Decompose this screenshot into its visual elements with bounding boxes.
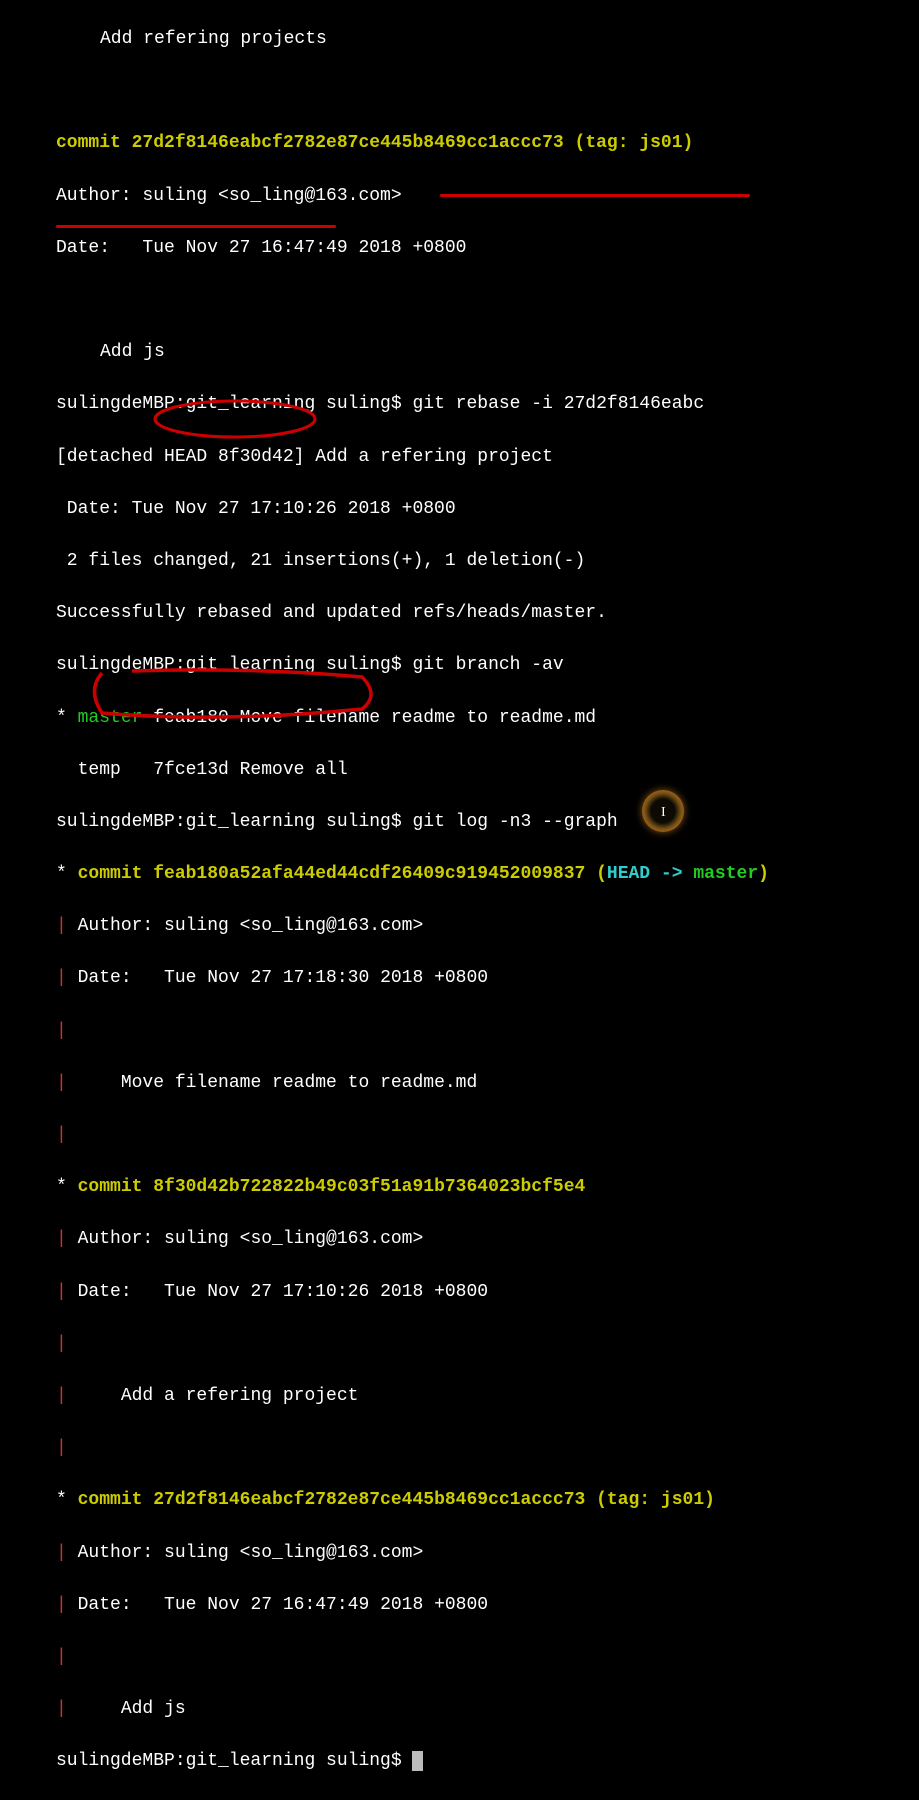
branch-ref: master xyxy=(693,864,758,884)
command-text[interactable]: git branch -av xyxy=(412,655,563,675)
graph-commit-row: * commit feab180a52afa44ed44cdf26409c919… xyxy=(56,861,863,887)
graph-date-row: | Date: Tue Nov 27 16:47:49 2018 +0800 xyxy=(56,1592,863,1618)
graph-blank-row: | xyxy=(56,1122,863,1148)
commit-word: commit xyxy=(56,133,121,153)
graph-date-row: | Date: Tue Nov 27 17:18:30 2018 +0800 xyxy=(56,965,863,991)
graph-author-row: | Author: suling <so_ling@163.com> xyxy=(56,1540,863,1566)
prompt-line-rebase: sulingdeMBP:git_learning suling$ git reb… xyxy=(56,391,863,417)
head-ref: HEAD -> xyxy=(607,864,693,884)
graph-date-row: | Date: Tue Nov 27 17:10:26 2018 +0800 xyxy=(56,1279,863,1305)
commit-header-1: commit 27d2f8146eabcf2782e87ce445b8469cc… xyxy=(56,130,863,156)
commit-message-top: Add refering projects xyxy=(56,26,863,52)
commit-message: Add js xyxy=(56,339,863,365)
blank-line xyxy=(56,78,863,104)
graph-author-row: | Author: suling <so_ling@163.com> xyxy=(56,913,863,939)
rebase-date: Date: Tue Nov 27 17:10:26 2018 +0800 xyxy=(56,496,863,522)
graph-blank-row: | xyxy=(56,1435,863,1461)
tag-decor: ( xyxy=(564,133,586,153)
graph-blank-row: | xyxy=(56,1644,863,1670)
commit-sha xyxy=(121,133,132,153)
graph-author-row: | Author: suling <so_ling@163.com> xyxy=(56,1226,863,1252)
command-text[interactable]: git rebase -i 27d2f8146eabc xyxy=(412,394,704,414)
rebase-stats: 2 files changed, 21 insertions(+), 1 del… xyxy=(56,548,863,574)
rebase-success: Successfully rebased and updated refs/he… xyxy=(56,600,863,626)
prompt-line-log: sulingdeMBP:git_learning suling$ git log… xyxy=(56,809,863,835)
text-cursor-icon: I xyxy=(661,803,666,823)
branch-row: temp 7fce13d Remove all xyxy=(56,757,863,783)
shell-prompt: sulingdeMBP:git_learning suling$ xyxy=(56,812,412,832)
graph-msg-row: | Add js xyxy=(56,1696,863,1722)
graph-commit-row: * commit 8f30d42b722822b49c03f51a91b7364… xyxy=(56,1174,863,1200)
current-branch: master xyxy=(78,708,143,728)
graph-blank-row: | xyxy=(56,1331,863,1357)
shell-prompt: sulingdeMBP:git_learning suling$ xyxy=(56,1751,412,1771)
graph-msg-row: | Move filename readme to readme.md xyxy=(56,1070,863,1096)
shell-prompt: sulingdeMBP:git_learning suling$ xyxy=(56,655,412,675)
date-line: Date: Tue Nov 27 16:47:49 2018 +0800 xyxy=(56,235,863,261)
terminal-output: Add refering projects commit 27d2f8146ea… xyxy=(0,0,919,1800)
prompt-line-branch: sulingdeMBP:git_learning suling$ git bra… xyxy=(56,652,863,678)
shell-prompt: sulingdeMBP:git_learning suling$ xyxy=(56,394,412,414)
blank-line xyxy=(56,287,863,313)
annotation-underline xyxy=(440,194,750,197)
cursor-icon xyxy=(412,1751,423,1771)
annotation-underline xyxy=(56,225,336,228)
graph-blank-row: | xyxy=(56,1018,863,1044)
graph-msg-row: | Add a refering project xyxy=(56,1383,863,1409)
graph-commit-row: * commit 27d2f8146eabcf2782e87ce445b8469… xyxy=(56,1487,863,1513)
detached-head-line: [detached HEAD 8f30d42] Add a refering p… xyxy=(56,444,863,470)
prompt-line-empty[interactable]: sulingdeMBP:git_learning suling$ xyxy=(56,1748,863,1774)
command-text[interactable]: git log -n3 --graph xyxy=(412,812,617,832)
branch-row: * master feab180 Move filename readme to… xyxy=(56,705,863,731)
